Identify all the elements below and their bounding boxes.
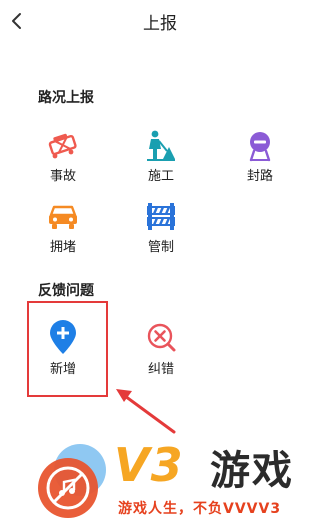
section-title-feedback: 反馈问题: [38, 283, 94, 299]
error-correction-icon: [147, 323, 176, 352]
page-title: 上报: [143, 14, 177, 34]
feedback-correction-button[interactable]: 纠错: [131, 320, 191, 382]
watermark-brand-cn: 游戏: [210, 448, 294, 494]
report-accident-button[interactable]: 事故: [33, 127, 93, 189]
construction-icon: [147, 130, 175, 161]
watermark: V3 游戏 游戏人生，不负VVVV3: [0, 420, 320, 522]
traffic-control-icon: [147, 203, 175, 230]
feedback-correction-label: 纠错: [147, 362, 174, 377]
annotation-highlight-box: [27, 301, 108, 397]
report-road-closed-button[interactable]: 封路: [230, 127, 290, 189]
watermark-slogan: 游戏人生，不负VVVV3: [118, 501, 282, 517]
report-traffic-control-label: 管制: [147, 240, 174, 255]
report-construction-label: 施工: [147, 169, 174, 184]
report-accident-label: 事故: [49, 169, 76, 184]
road-closed-icon: [249, 132, 271, 162]
traffic-jam-icon: [49, 205, 77, 229]
report-traffic-jam-label: 拥堵: [49, 240, 76, 255]
report-road-closed-label: 封路: [246, 169, 273, 184]
header-bar: 上报: [0, 0, 320, 44]
accident-icon: [48, 133, 77, 159]
watermark-logo: [38, 444, 106, 518]
report-traffic-jam-button[interactable]: 拥堵: [33, 198, 93, 260]
report-traffic-control-button[interactable]: 管制: [131, 198, 191, 260]
watermark-brand: V3: [114, 438, 184, 492]
section-title-road-report: 路况上报: [38, 90, 94, 106]
report-construction-button[interactable]: 施工: [131, 127, 191, 189]
